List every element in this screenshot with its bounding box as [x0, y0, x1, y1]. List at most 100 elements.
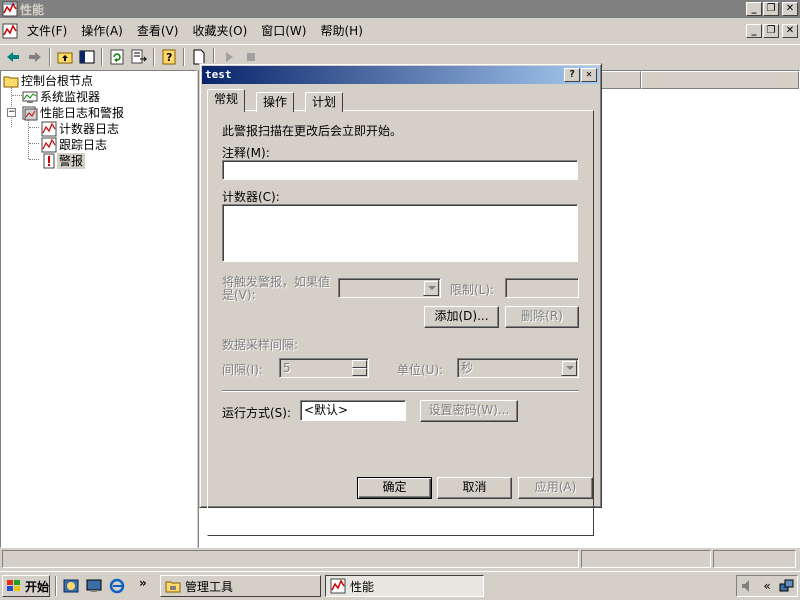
- forward-arrow-icon: [29, 51, 41, 62]
- performance-app-icon: [2, 1, 18, 20]
- tree-item-label: 系统监视器: [40, 90, 101, 104]
- desktop-quicklaunch-icon[interactable]: [86, 578, 102, 594]
- cancel-button[interactable]: 取消: [437, 477, 512, 499]
- tree-item-counter-logs[interactable]: 计数器日志: [41, 121, 121, 137]
- menu-help[interactable]: 帮助(H): [313, 22, 369, 40]
- export-list-button[interactable]: [128, 47, 150, 67]
- svg-text:?: ?: [166, 51, 172, 64]
- sample-interval-label: 数据采样间隔:: [222, 338, 299, 352]
- status-bar: [0, 550, 800, 570]
- status-panel: [2, 550, 579, 568]
- collapse-toggle[interactable]: −: [7, 108, 16, 117]
- child-minimize-button[interactable]: _: [746, 24, 762, 38]
- up-one-level-button[interactable]: [54, 47, 76, 67]
- perf-logs-icon: [22, 106, 38, 121]
- column-header[interactable]: [641, 71, 799, 89]
- show-hide-tree-button[interactable]: [76, 47, 98, 67]
- restore-button[interactable]: ❐: [763, 2, 779, 16]
- network-icon[interactable]: [778, 578, 794, 594]
- limit-input[interactable]: [505, 278, 579, 298]
- child-restore-button[interactable]: ❐: [763, 24, 779, 38]
- tray-expand-chevron[interactable]: «: [763, 579, 770, 593]
- tab-general[interactable]: 常规: [207, 89, 246, 112]
- menu-action[interactable]: 操作(A): [74, 22, 130, 40]
- menu-favorites[interactable]: 收藏夹(O): [185, 22, 254, 40]
- counters-list[interactable]: [222, 204, 578, 262]
- alert-icon: [43, 153, 55, 169]
- status-panel: [581, 550, 711, 568]
- admin-tools-icon: [165, 581, 181, 593]
- tree-item-system-monitor[interactable]: 系统监视器: [22, 89, 102, 105]
- internet-explorer-icon[interactable]: [109, 578, 125, 594]
- folder-up-icon: [57, 52, 73, 63]
- interval-spinner[interactable]: 5: [279, 358, 369, 378]
- tree-item-console-root[interactable]: 控制台根节点: [3, 73, 95, 89]
- column-header[interactable]: [599, 71, 641, 89]
- tree-item-alerts[interactable]: 警报: [41, 153, 86, 169]
- tree-item-perf-logs-alerts[interactable]: 性能日志和警报: [22, 105, 126, 121]
- tree-item-label: 警报: [57, 153, 86, 169]
- task-label: 管理工具: [185, 579, 234, 594]
- tree-item-label: 计数器日志: [59, 122, 120, 136]
- menu-file[interactable]: 文件(F): [20, 22, 74, 40]
- explorer-quicklaunch-icon[interactable]: [63, 578, 79, 594]
- forward-button[interactable]: [24, 47, 46, 67]
- ok-button[interactable]: 确定: [357, 477, 432, 499]
- menu-window[interactable]: 窗口(W): [254, 22, 313, 40]
- task-admin-tools[interactable]: 管理工具: [160, 575, 321, 597]
- chevron-down-icon: [561, 360, 577, 376]
- child-close-button[interactable]: ✕: [782, 24, 798, 38]
- set-password-button[interactable]: 设置密码(W)...: [420, 400, 518, 422]
- back-button[interactable]: [2, 47, 24, 67]
- windows-logo-icon: [7, 580, 20, 591]
- dialog-title-bar[interactable]: test ? ✕: [202, 66, 599, 84]
- task-performance[interactable]: 性能: [325, 575, 484, 597]
- tree-item-label: 跟踪日志: [59, 138, 108, 152]
- volume-icon[interactable]: [740, 578, 756, 594]
- system-monitor-icon: [22, 91, 38, 103]
- taskbar: 开始 » 管理工具 性能 «: [0, 571, 800, 600]
- export-list-icon: [131, 49, 147, 63]
- unit-dropdown[interactable]: 秒: [457, 358, 579, 378]
- dialog-close-button[interactable]: ✕: [581, 68, 597, 82]
- close-button[interactable]: ✕: [782, 2, 798, 16]
- trigger-condition-dropdown[interactable]: [338, 278, 441, 298]
- tree-item-trace-logs[interactable]: 跟踪日志: [41, 137, 109, 153]
- minimize-button[interactable]: _: [746, 2, 762, 16]
- unit-value: 秒: [461, 361, 474, 375]
- app-title-bar[interactable]: 性能 _ ❐ ✕: [0, 0, 800, 18]
- quicklaunch-overflow[interactable]: »: [139, 576, 147, 590]
- add-counter-button[interactable]: 添加(D)...: [424, 306, 499, 328]
- app-title: 性能: [20, 2, 45, 17]
- run-as-label: 运行方式(S):: [222, 406, 292, 420]
- counters-label: 计数器(C):: [222, 190, 280, 204]
- comment-input[interactable]: [222, 160, 578, 180]
- status-panel: [713, 550, 796, 568]
- apply-button[interactable]: 应用(A): [518, 477, 593, 499]
- tab-action[interactable]: 操作: [256, 92, 295, 112]
- back-arrow-icon: [7, 51, 19, 62]
- menu-view[interactable]: 查看(V): [130, 22, 186, 40]
- run-as-input[interactable]: <默认>: [300, 400, 406, 421]
- refresh-icon: [110, 49, 124, 64]
- task-label: 性能: [350, 579, 375, 594]
- spin-down-icon[interactable]: [352, 368, 367, 376]
- console-system-menu-icon[interactable]: [2, 23, 18, 42]
- intro-text: 此警报扫描在更改后会立即开始。: [222, 124, 403, 138]
- refresh-button[interactable]: [106, 47, 128, 67]
- system-tray: «: [736, 575, 798, 597]
- menu-bar: 文件(F) 操作(A) 查看(V) 收藏夹(O) 窗口(W) 帮助(H) _ ❐…: [0, 20, 800, 42]
- performance-task-icon: [330, 578, 346, 594]
- dialog-title: test: [205, 68, 232, 81]
- dialog-help-button[interactable]: ?: [564, 68, 580, 82]
- start-menu-button[interactable]: 开始: [2, 575, 50, 597]
- tree-item-label: 控制台根节点: [21, 74, 94, 88]
- trace-log-icon: [41, 137, 57, 153]
- tab-schedule[interactable]: 计划: [305, 92, 344, 112]
- alert-properties-dialog: test ? ✕ 常规 操作 计划 此警报扫描在更改后会立即开始。 注释(M):…: [199, 63, 602, 536]
- spin-up-icon[interactable]: [352, 360, 367, 368]
- help-button[interactable]: ?: [158, 47, 180, 67]
- tree-item-label: 性能日志和警报: [40, 106, 125, 120]
- comment-label: 注释(M):: [222, 146, 270, 160]
- remove-counter-button[interactable]: 删除(R): [505, 306, 579, 328]
